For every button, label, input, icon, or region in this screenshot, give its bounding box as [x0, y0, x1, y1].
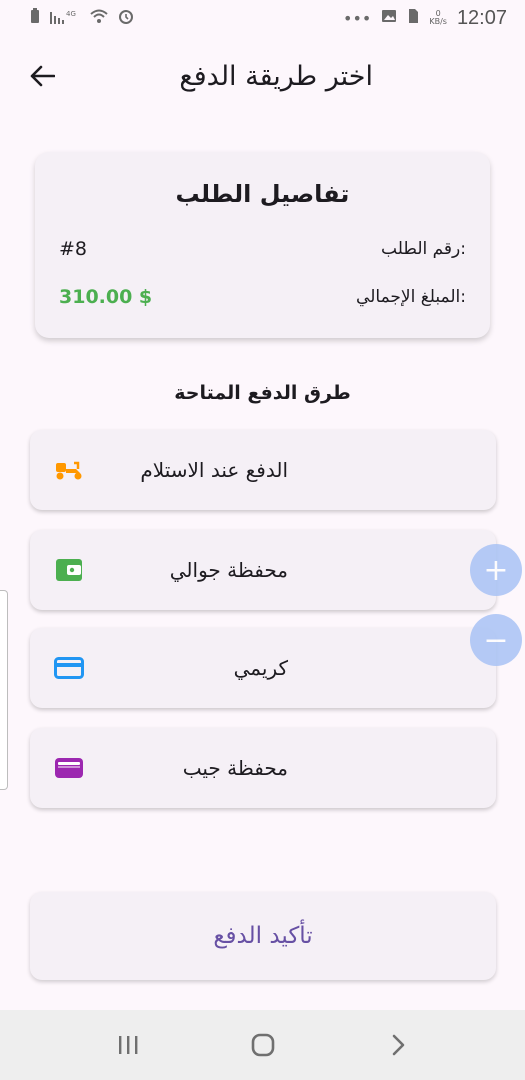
delivery-scooter-icon	[54, 458, 84, 482]
payment-method-jaib-wallet[interactable]: محفظة جيب	[30, 728, 496, 808]
payment-method-label: الدفع عند الاستلام	[140, 458, 288, 482]
status-time: 12:07	[456, 6, 507, 29]
edge-panel-handle[interactable]	[0, 590, 8, 790]
order-number-value: #8	[59, 238, 88, 260]
system-nav-bar	[0, 1010, 525, 1080]
confirm-payment-button[interactable]: تأكيد الدفع	[30, 892, 496, 980]
payment-method-label: محفظة جيب	[182, 756, 288, 780]
app-bar: اختر طريقة الدفع	[0, 48, 525, 104]
signal-icon: 4G	[50, 8, 80, 28]
arrow-back-icon[interactable]	[28, 62, 56, 90]
wallet-icon	[54, 558, 84, 582]
more-icon: •••	[343, 8, 372, 28]
page-title: اختر طريقة الدفع	[179, 60, 373, 92]
network-speed: 0 KB/s	[429, 10, 447, 26]
battery-icon	[30, 8, 40, 28]
payment-method-cash-on-delivery[interactable]: الدفع عند الاستلام	[30, 430, 496, 510]
alarm-icon	[118, 8, 134, 28]
total-amount-value: 310.00 $	[59, 286, 153, 308]
status-right: ••• 0 KB/s 12:07	[343, 7, 507, 30]
total-amount-label: :المبلغ الإجمالي	[356, 287, 466, 307]
zoom-in-button[interactable]: +	[470, 544, 522, 596]
order-details-card: تفاصيل الطلب :رقم الطلب #8 :المبلغ الإجم…	[35, 152, 490, 338]
order-number-label: :رقم الطلب	[381, 239, 466, 259]
home-icon[interactable]	[233, 1015, 293, 1075]
credit-card-icon	[54, 656, 84, 680]
sim-icon	[407, 8, 419, 28]
svg-text:4G: 4G	[66, 10, 76, 18]
total-amount-row: :المبلغ الإجمالي 310.00 $	[59, 286, 466, 308]
back-icon[interactable]	[368, 1015, 428, 1075]
status-bar: 4G ••• 0 KB/s 12:07	[0, 0, 525, 36]
image-icon	[381, 8, 397, 28]
wallet-purple-icon	[54, 756, 84, 780]
payment-method-label: محفظة جوالي	[169, 558, 288, 582]
order-number-row: :رقم الطلب #8	[59, 238, 466, 260]
payment-method-label: كريمي	[233, 656, 288, 680]
wifi-icon	[90, 8, 108, 28]
payment-method-kuraimi[interactable]: كريمي	[30, 628, 496, 708]
payment-method-jawali-wallet[interactable]: محفظة جوالي	[30, 530, 496, 610]
status-left: 4G	[30, 8, 134, 28]
speed-unit: KB/s	[429, 17, 447, 26]
recent-apps-icon[interactable]	[98, 1015, 158, 1075]
payment-methods-title: طرق الدفع المتاحة	[174, 382, 351, 404]
zoom-out-button[interactable]: −	[470, 614, 522, 666]
order-card-title: تفاصيل الطلب	[175, 180, 350, 208]
